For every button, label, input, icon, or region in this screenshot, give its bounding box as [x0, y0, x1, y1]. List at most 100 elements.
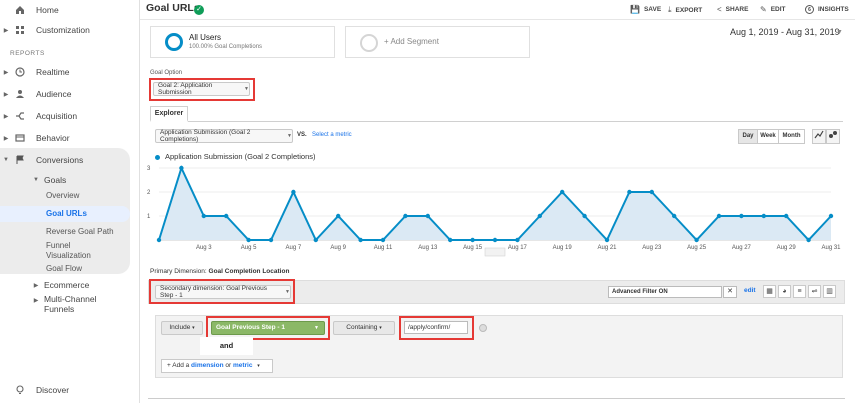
clock-icon: [12, 64, 28, 80]
data-point: [761, 213, 766, 219]
close-icon[interactable]: ✕: [723, 286, 737, 298]
sidebar-item-ecommerce[interactable]: ▶ Ecommerce: [30, 275, 130, 295]
add-segment-label: + Add Segment: [384, 37, 439, 46]
data-point: [425, 213, 430, 219]
include-select[interactable]: Include ▾: [161, 321, 203, 335]
add-segment-button[interactable]: + Add Segment: [345, 26, 530, 58]
save-button[interactable]: 💾 SAVE: [630, 5, 661, 14]
data-point: [470, 237, 475, 243]
x-tick-label: Aug 5: [241, 245, 257, 251]
vs-label: VS.: [297, 132, 307, 138]
data-point: [291, 189, 296, 195]
pivot-view-icon[interactable]: ▥: [823, 285, 836, 298]
condition-select[interactable]: Containing ▾: [333, 321, 395, 335]
sidebar-item-label: Customization: [36, 25, 90, 35]
caret-down-icon: ▼: [285, 289, 290, 295]
secondary-dimension-select[interactable]: Secondary dimension: Goal Previous Step …: [155, 285, 291, 299]
insights-button[interactable]: 6 INSIGHTS: [805, 5, 849, 14]
chevron-down-icon[interactable]: ▼: [836, 29, 843, 36]
sidebar-item-reverse-goal-path[interactable]: Reverse Goal Path: [46, 227, 114, 236]
sidebar-item-behavior[interactable]: ▶ Behavior: [0, 128, 140, 148]
caret-down-icon: ▼: [314, 325, 319, 331]
month-button[interactable]: Month: [778, 129, 805, 144]
sidebar-item-label: Home: [36, 5, 59, 15]
x-tick-label: Aug 7: [286, 245, 302, 251]
pencil-icon: ✎: [760, 5, 767, 14]
sidebar-item-audience[interactable]: ▶ Audience: [0, 84, 140, 104]
data-point: [604, 237, 610, 243]
sidebar-item-home[interactable]: Home: [0, 0, 140, 20]
caret-down-icon: ▾: [379, 325, 382, 331]
share-icon: <: [717, 5, 722, 14]
date-range-picker[interactable]: Aug 1, 2019 - Aug 31, 2019: [730, 27, 840, 37]
sidebar-item-label: Multi-Channel Funnels: [44, 294, 97, 314]
edit-button[interactable]: ✎ EDIT: [760, 5, 786, 14]
sidebar-item-acquisition[interactable]: ▶ Acquisition: [0, 106, 140, 126]
x-tick-label: Aug 3: [196, 245, 212, 251]
segment-share: 100.00% Goal Completions: [189, 44, 263, 50]
caret-right-icon: ▶: [33, 282, 39, 289]
sidebar-item-label: Goals: [44, 175, 67, 185]
sidebar-item-customization[interactable]: ▶ Customization: [0, 20, 140, 40]
filter-dimension-select[interactable]: Goal Previous Step - 1 ▼: [211, 321, 325, 335]
remove-condition-icon[interactable]: [479, 324, 487, 332]
x-tick-label: Aug 27: [732, 245, 752, 251]
data-point: [828, 213, 834, 219]
data-point: [201, 213, 206, 219]
sidebar-item-realtime[interactable]: ▶ Realtime: [0, 62, 140, 82]
add-dimension-or-metric[interactable]: + Add a dimension or metric ▾: [161, 359, 273, 373]
metric-select[interactable]: Application Submission (Goal 2 Completio…: [155, 129, 293, 143]
data-point: [739, 213, 744, 219]
share-button[interactable]: < SHARE: [717, 5, 748, 14]
sidebar-item-overview[interactable]: Overview: [46, 191, 79, 200]
caret-right-icon: ▶: [3, 135, 9, 142]
chart-resize-handle: [484, 247, 506, 257]
line-chart-icon[interactable]: [812, 129, 826, 144]
filter-value-input[interactable]: /apply/confirm/: [404, 321, 468, 334]
data-point: [537, 213, 542, 219]
data-point: [246, 237, 251, 243]
goal-option-select[interactable]: Goal 2: Application Submission ▼: [153, 82, 250, 96]
edit-filter-link[interactable]: edit: [744, 287, 756, 294]
select-metric-link[interactable]: Select a metric: [312, 132, 352, 138]
sidebar-item-multi-channel-funnels[interactable]: ▶ Multi-Channel Funnels: [30, 294, 130, 316]
caret-right-icon: ▶: [33, 298, 39, 304]
report-header: Goal URLs ✓ 💾 SAVE ⤓ EXPORT < SHARE ✎ EDIT 6…: [140, 0, 855, 20]
tab-explorer[interactable]: Explorer: [150, 106, 188, 122]
caret-right-icon: ▶: [3, 69, 9, 76]
advanced-filter-field[interactable]: Advanced Filter ON: [608, 286, 722, 298]
table-view-icon[interactable]: ▦: [763, 285, 776, 298]
add-metric-link[interactable]: metric: [233, 362, 253, 369]
data-point: [582, 213, 587, 219]
sidebar-item-conversions[interactable]: ▼ Conversions: [0, 150, 140, 170]
performance-view-icon[interactable]: ≡: [793, 285, 806, 298]
data-point: [627, 189, 632, 195]
data-point: [649, 189, 654, 195]
table-divider: [148, 398, 845, 399]
day-button[interactable]: Day: [738, 129, 758, 144]
week-button[interactable]: Week: [757, 129, 779, 144]
export-button[interactable]: ⤓ EXPORT: [668, 5, 702, 15]
data-point: [268, 237, 274, 243]
motion-chart-icon[interactable]: [826, 129, 840, 144]
sidebar-item-goal-flow[interactable]: Goal Flow: [46, 264, 82, 273]
comparison-view-icon[interactable]: ⇌: [808, 285, 821, 298]
data-point: [515, 237, 520, 243]
sidebar-item-funnel-visualization[interactable]: Funnel Visualization: [46, 241, 116, 261]
data-point: [672, 213, 677, 219]
analytics-app: Home ▶ Customization REPORTS ▶ Realtime …: [0, 0, 855, 403]
sidebar-item-discover[interactable]: Discover: [0, 380, 140, 400]
x-tick-label: Aug 23: [642, 245, 662, 251]
empty-segment-circle: [360, 34, 378, 52]
data-point: [224, 213, 229, 219]
segment-all-users[interactable]: All Users 100.00% Goal Completions: [150, 26, 335, 58]
acquisition-icon: [12, 108, 28, 124]
tab-divider: [150, 121, 843, 122]
pie-view-icon[interactable]: ◕: [778, 285, 791, 298]
segment-color-circle: [165, 33, 183, 51]
primary-dimension-value: Goal Completion Location: [208, 268, 290, 275]
sidebar-item-goals[interactable]: ▼ Goals: [30, 170, 130, 190]
primary-dimension: Primary Dimension: Goal Completion Locat…: [150, 268, 290, 275]
add-dimension-link[interactable]: dimension: [191, 362, 224, 369]
sidebar-item-goal-urls[interactable]: Goal URLs: [46, 209, 87, 218]
